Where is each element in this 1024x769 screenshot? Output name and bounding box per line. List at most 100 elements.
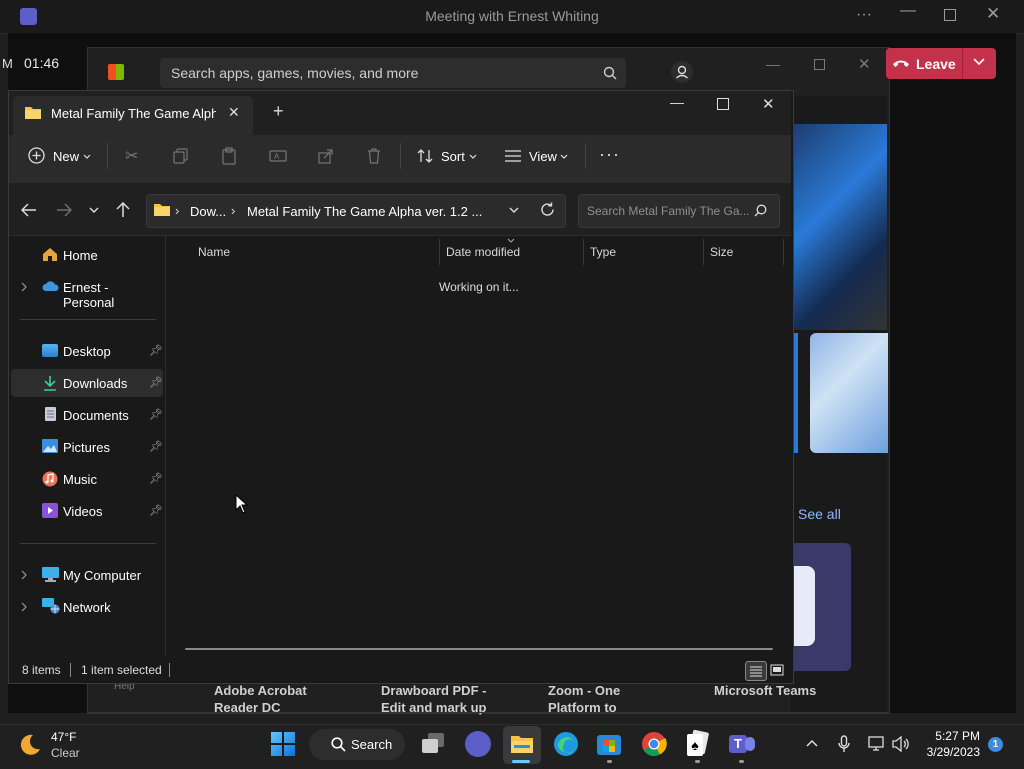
sidebar-item-network[interactable]: Network bbox=[12, 594, 162, 620]
pin-icon[interactable]: 📌︎ bbox=[149, 376, 163, 389]
chrome-icon[interactable] bbox=[641, 731, 667, 757]
search-icon[interactable] bbox=[603, 66, 617, 80]
sidebar-item-documents[interactable]: Documents 📌︎ bbox=[12, 402, 163, 428]
sidebar-item-desktop[interactable]: Desktop 📌︎ bbox=[12, 338, 163, 364]
teams-chat-icon[interactable] bbox=[465, 731, 491, 757]
up-arrow-icon[interactable] bbox=[116, 202, 130, 218]
close-tab-icon[interactable]: ✕ bbox=[228, 104, 240, 121]
chevron-down-icon bbox=[560, 154, 568, 159]
teams-taskbar-icon[interactable]: T bbox=[729, 731, 755, 757]
clock[interactable]: 5:27 PM 3/29/2023 bbox=[918, 728, 980, 762]
refresh-icon[interactable] bbox=[540, 202, 555, 217]
notification-badge[interactable]: 1 bbox=[988, 737, 1003, 752]
column-divider[interactable] bbox=[703, 239, 704, 265]
volume-icon[interactable] bbox=[892, 736, 910, 752]
column-divider[interactable] bbox=[439, 239, 440, 265]
edge-icon[interactable] bbox=[553, 731, 579, 757]
column-header-date-modified[interactable]: Date modified bbox=[446, 245, 520, 259]
chevron-down-icon[interactable] bbox=[972, 57, 986, 67]
taskbar-search-button[interactable]: Search bbox=[309, 729, 405, 760]
network-status-icon[interactable] bbox=[868, 736, 886, 752]
delete-icon[interactable] bbox=[366, 147, 382, 165]
explorer-close-button[interactable]: ✕ bbox=[762, 95, 775, 113]
recent-locations-chevron-icon[interactable] bbox=[89, 207, 99, 214]
teams-close-button[interactable]: ✕ bbox=[986, 4, 1000, 24]
see-all-link[interactable]: See all bbox=[798, 506, 841, 522]
address-dropdown-chevron-icon[interactable] bbox=[509, 207, 519, 214]
store-taskbar-icon[interactable] bbox=[597, 731, 621, 755]
expand-chevron-icon[interactable] bbox=[21, 602, 27, 612]
pin-icon[interactable]: 📌︎ bbox=[149, 344, 163, 357]
pin-icon[interactable]: 📌︎ bbox=[149, 472, 163, 485]
sort-button[interactable]: Sort bbox=[414, 145, 480, 169]
sidebar-item-pictures[interactable]: Pictures 📌︎ bbox=[12, 434, 163, 460]
breadcrumb-downloads[interactable]: Dow... bbox=[190, 204, 226, 219]
new-label: New bbox=[53, 149, 80, 164]
task-view-icon[interactable] bbox=[422, 733, 446, 755]
preview-view-button[interactable] bbox=[767, 661, 787, 679]
see-more-icon[interactable]: ··· bbox=[599, 144, 620, 165]
app-title-drawboard[interactable]: Drawboard PDF - Edit and mark up bbox=[381, 682, 486, 716]
column-divider[interactable] bbox=[783, 239, 784, 265]
file-list-pane[interactable] bbox=[166, 236, 792, 656]
new-button[interactable]: New bbox=[26, 145, 96, 169]
app-title-zoom[interactable]: Zoom - One Platform to bbox=[548, 682, 620, 716]
sidebar-item-music[interactable]: Music 📌︎ bbox=[12, 466, 163, 492]
pin-icon[interactable]: 📌︎ bbox=[149, 408, 163, 421]
app-title-adobe[interactable]: Adobe Acrobat Reader DC bbox=[214, 682, 307, 716]
teams-maximize-button[interactable] bbox=[944, 9, 956, 21]
app-title-teams[interactable]: Microsoft Teams bbox=[714, 682, 816, 699]
breadcrumb-current-folder[interactable]: Metal Family The Game Alpha ver. 1.2 ... bbox=[247, 204, 482, 219]
column-header-size[interactable]: Size bbox=[710, 245, 733, 259]
back-arrow-icon[interactable] bbox=[21, 203, 37, 217]
search-icon bbox=[331, 737, 346, 752]
expand-chevron-icon[interactable] bbox=[21, 282, 27, 292]
column-header-type[interactable]: Type bbox=[590, 245, 616, 259]
paste-icon[interactable] bbox=[221, 147, 237, 165]
explorer-minimize-button[interactable]: — bbox=[670, 94, 684, 110]
leave-divider bbox=[962, 48, 963, 79]
solitaire-icon[interactable]: ♠ bbox=[685, 729, 711, 757]
breadcrumb-separator-icon: › bbox=[231, 203, 236, 218]
sidebar-item-onedrive[interactable]: Ernest - Personal bbox=[12, 274, 162, 310]
more-options-icon[interactable]: ··· bbox=[856, 6, 872, 24]
store-maximize-button[interactable] bbox=[814, 59, 825, 70]
file-explorer-taskbar-button[interactable] bbox=[503, 726, 541, 764]
weather-temperature: 47°F bbox=[51, 730, 77, 744]
weather-widget[interactable]: 47°F Clear bbox=[16, 728, 106, 762]
featured-game-image[interactable] bbox=[793, 124, 887, 330]
column-divider[interactable] bbox=[583, 239, 584, 265]
show-hidden-icons-chevron-icon[interactable] bbox=[806, 739, 818, 747]
pin-icon[interactable]: 📌︎ bbox=[149, 440, 163, 453]
pin-icon[interactable]: 📌︎ bbox=[149, 504, 163, 517]
cut-icon[interactable]: ✂ bbox=[125, 146, 138, 166]
copy-icon[interactable] bbox=[173, 148, 189, 164]
horizontal-scrollbar[interactable] bbox=[185, 648, 773, 650]
sidebar-item-home[interactable]: Home bbox=[12, 242, 162, 268]
sidebar-item-label: Desktop bbox=[63, 344, 111, 359]
forward-arrow-icon[interactable] bbox=[56, 203, 72, 217]
new-tab-button[interactable]: + bbox=[273, 101, 284, 122]
windows-logo-icon bbox=[271, 732, 295, 756]
sidebar-item-videos[interactable]: Videos 📌︎ bbox=[12, 498, 163, 524]
share-icon[interactable] bbox=[318, 148, 334, 164]
expand-chevron-icon[interactable] bbox=[21, 570, 27, 580]
store-minimize-button[interactable]: — bbox=[766, 56, 780, 72]
teams-minimize-button[interactable]: — bbox=[900, 2, 916, 20]
rename-icon[interactable]: A bbox=[269, 148, 287, 164]
sort-indicator-icon bbox=[507, 238, 515, 243]
sidebar-item-my-computer[interactable]: My Computer bbox=[12, 562, 162, 588]
sidebar-item-downloads[interactable]: Downloads 📌︎ bbox=[11, 369, 163, 397]
featured-image[interactable] bbox=[810, 333, 888, 453]
microphone-icon[interactable] bbox=[838, 735, 850, 753]
running-indicator bbox=[607, 760, 612, 763]
search-icon[interactable] bbox=[754, 204, 767, 217]
start-button[interactable] bbox=[271, 732, 295, 756]
column-header-name[interactable]: Name bbox=[198, 245, 230, 259]
store-close-button[interactable]: ✕ bbox=[858, 55, 871, 73]
explorer-maximize-button[interactable] bbox=[717, 98, 729, 110]
account-icon[interactable] bbox=[670, 60, 694, 84]
view-button[interactable]: View bbox=[503, 145, 571, 169]
app-title-line: Drawboard PDF - bbox=[381, 683, 487, 698]
details-view-button[interactable] bbox=[745, 661, 767, 681]
